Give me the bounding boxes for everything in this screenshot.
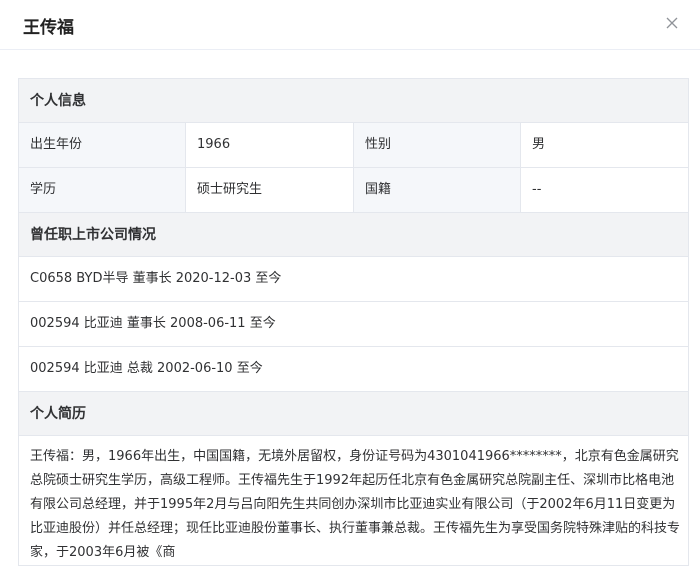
position-item: 002594 比亚迪 总裁 2002-06-10 至今 (19, 347, 688, 392)
birth-year-label: 出生年份 (19, 123, 186, 167)
gender-label: 性别 (354, 123, 521, 167)
nationality-value: -- (521, 168, 688, 212)
close-button[interactable] (664, 15, 680, 31)
education-label: 学历 (19, 168, 186, 212)
bio-text: 王传福：男，1966年出生，中国国籍，无境外居留权，身份证号码为43010419… (30, 449, 681, 560)
position-item: 002594 比亚迪 董事长 2008-06-11 至今 (19, 302, 688, 347)
info-row: 学历 硕士研究生 国籍 -- (19, 168, 688, 213)
info-row: 出生年份 1966 性别 男 (19, 123, 688, 168)
position-item: C0658 BYD半导 董事长 2020-12-03 至今 (19, 257, 688, 302)
birth-year-value: 1966 (186, 123, 354, 167)
modal-title: 王传福 (23, 18, 74, 38)
modal-header: 王传福 (0, 0, 700, 50)
bio-heading: 个人简历 (19, 392, 688, 436)
close-icon (666, 17, 678, 29)
personal-info-heading: 个人信息 (19, 79, 688, 123)
detail-panel: 个人信息 出生年份 1966 性别 男 学历 硕士研究生 国籍 -- 曾任职上市… (18, 78, 689, 566)
education-value: 硕士研究生 (186, 168, 354, 212)
nationality-label: 国籍 (354, 168, 521, 212)
gender-value: 男 (521, 123, 688, 167)
positions-heading: 曾任职上市公司情况 (19, 213, 688, 257)
